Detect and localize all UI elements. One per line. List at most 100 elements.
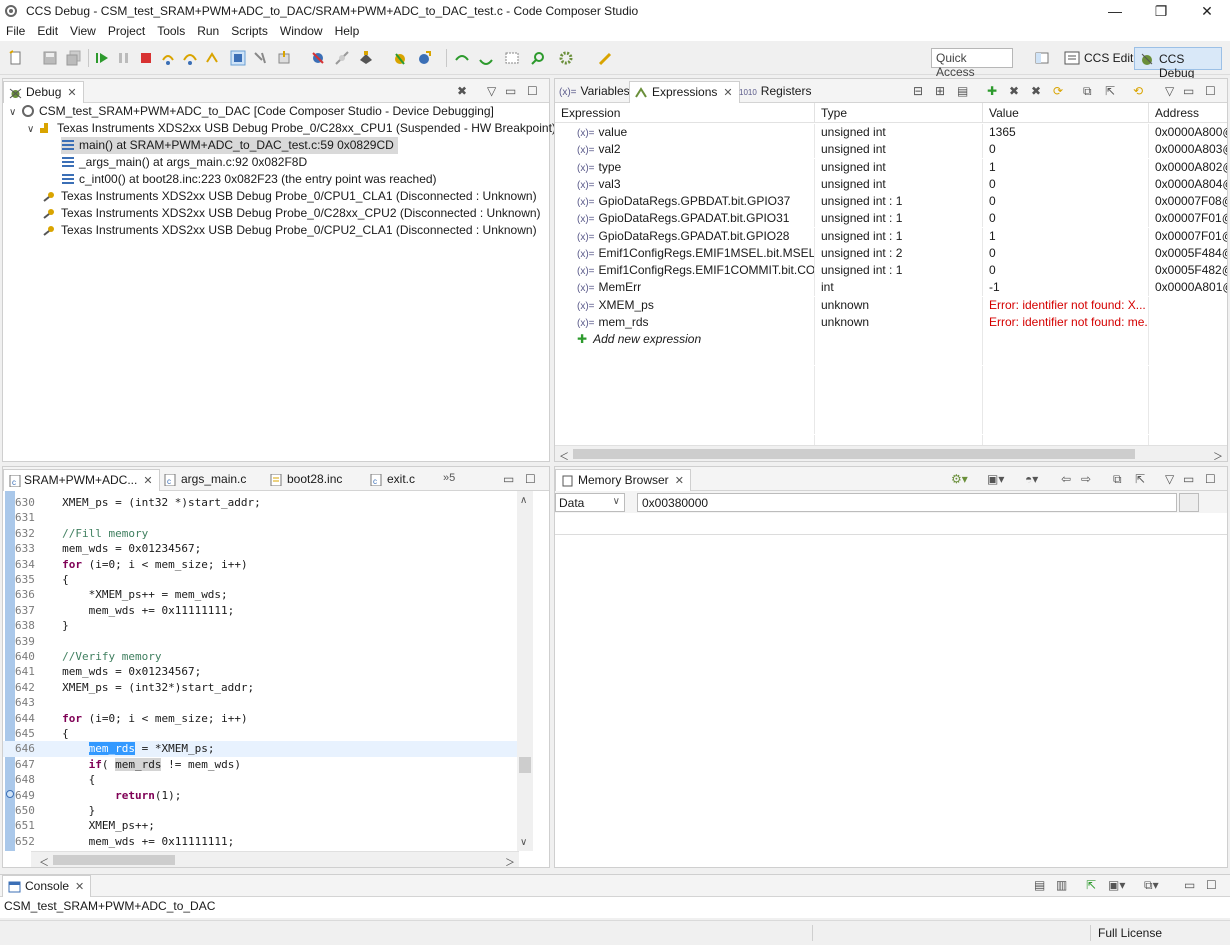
maximize-view-icon[interactable]: ☐: [525, 472, 536, 486]
connect-target-icon[interactable]: [334, 50, 350, 66]
code-line[interactable]: 634 for (i=0; i < mem_size; i++): [3, 557, 517, 572]
menu-file[interactable]: File: [0, 22, 31, 38]
remove-terminated-icon[interactable]: ✖: [457, 84, 467, 98]
close-tab-icon[interactable]: ✕: [67, 87, 76, 99]
col-address[interactable]: Address: [1149, 103, 1227, 123]
expression-row[interactable]: (x)= Emif1ConfigRegs.EMIF1COMMIT.bit.COMI…: [555, 262, 1227, 279]
prev-annotation-icon[interactable]: [478, 50, 494, 66]
collapse-arrow-icon[interactable]: ∨: [9, 105, 21, 121]
expression-row[interactable]: (x)=val2unsigned int00x0000A803@D: [555, 141, 1227, 159]
expression-row[interactable]: (x)=typeunsigned int10x0000A802@D: [555, 158, 1227, 176]
code-line[interactable]: 641 mem_wds = 0x01234567;: [3, 664, 517, 679]
scroll-left-icon[interactable]: ＜: [39, 854, 49, 869]
quick-access-input[interactable]: Quick Access: [931, 48, 1013, 79]
expr-value[interactable]: 1: [983, 227, 1149, 245]
code-line[interactable]: 646 mem_rds = *XMEM_ps;: [3, 741, 517, 757]
expression-row[interactable]: (x)= GpioDataRegs.GPADAT.bit.GPIO28 unsign…: [555, 227, 1227, 245]
scroll-right-icon[interactable]: ＞: [1213, 448, 1223, 463]
editor-hscrollbar[interactable]: ＜ ＞: [31, 851, 519, 869]
tab-sram-file[interactable]: c SRAM+PWM+ADC... ✕: [3, 469, 160, 491]
code-line[interactable]: 636 *XMEM_ps++ = mem_wds;: [3, 587, 517, 602]
menu-edit[interactable]: Edit: [31, 22, 64, 38]
code-line[interactable]: 644 for (i=0; i < mem_size; i++): [3, 711, 517, 726]
add-expression-row[interactable]: ✚ Add new expression: [555, 331, 1227, 348]
minimize-view-icon[interactable]: ▭: [1184, 878, 1195, 892]
close-tab-icon[interactable]: ✕: [723, 87, 732, 99]
step-over-icon[interactable]: [182, 50, 198, 66]
code-line[interactable]: 639: [3, 634, 517, 649]
col-expression[interactable]: Expression: [555, 103, 815, 123]
next-annotation-icon[interactable]: [454, 50, 470, 66]
expression-row[interactable]: (x)=valueunsigned int13650x0000A800@D: [555, 124, 1227, 141]
minimize-view-icon[interactable]: ▭: [1183, 84, 1194, 98]
run-icon[interactable]: [416, 50, 432, 66]
code-line[interactable]: 632 //Fill memory: [3, 526, 517, 541]
expr-value[interactable]: 0: [983, 175, 1149, 193]
search-icon[interactable]: [530, 50, 546, 66]
suspend-icon[interactable]: [116, 50, 132, 66]
col-value[interactable]: Value: [983, 103, 1149, 123]
code-line[interactable]: 652 mem_wds += 0x11111111;: [3, 834, 517, 849]
minimize-view-icon[interactable]: ▭: [505, 84, 516, 98]
menu-help[interactable]: Help: [329, 22, 366, 38]
save-all-icon[interactable]: [66, 50, 82, 66]
expr-value[interactable]: 1365: [983, 124, 1149, 141]
expressions-hscrollbar[interactable]: ＜ ＞: [555, 445, 1227, 463]
code-line[interactable]: 651 XMEM_ps++;: [3, 818, 517, 833]
code-line[interactable]: 640 //Verify memory: [3, 649, 517, 664]
terminate-icon[interactable]: [138, 50, 154, 66]
close-window-button[interactable]: ✕: [1184, 0, 1230, 22]
code-line[interactable]: 649 return(1);: [3, 788, 517, 803]
code-line[interactable]: 645 {: [3, 726, 517, 741]
code-line[interactable]: 650 }: [3, 803, 517, 818]
display-console-icon[interactable]: ▣▾: [1108, 878, 1125, 892]
expr-value[interactable]: Error: identifier not found: me...: [983, 313, 1149, 331]
clear-console-icon[interactable]: ▤: [1034, 878, 1045, 892]
close-tab-icon[interactable]: ✕: [75, 881, 84, 893]
tab-debug[interactable]: Debug ✕: [3, 81, 84, 103]
collapse-arrow-icon[interactable]: ∨: [27, 122, 39, 138]
code-line[interactable]: 630 XMEM_ps = (int32 *)start_addr;: [3, 495, 517, 510]
tab-memory-browser[interactable]: Memory Browser ✕: [555, 469, 691, 491]
refresh-icon[interactable]: ⟳: [1053, 84, 1063, 98]
memory-back-icon[interactable]: ⇦: [1061, 472, 1071, 486]
expression-row[interactable]: (x)= GpioDataRegs.GPBDAT.bit.GPIO37 unsign…: [555, 193, 1227, 210]
new-file-icon[interactable]: [8, 50, 24, 66]
pin-view-icon[interactable]: ⇱: [1135, 472, 1145, 486]
close-tab-icon[interactable]: ✕: [675, 475, 684, 487]
step-into-icon[interactable]: [160, 50, 176, 66]
menu-tools[interactable]: Tools: [151, 22, 191, 38]
code-line[interactable]: 648 {: [3, 772, 517, 787]
scroll-thumb[interactable]: [573, 449, 1135, 459]
debug-icon[interactable]: [392, 50, 408, 66]
menu-window[interactable]: Window: [274, 22, 329, 38]
view-menu-icon[interactable]: ▽: [1165, 472, 1174, 486]
more-tabs-icon[interactable]: »5: [443, 472, 455, 484]
tree-row-frame-args[interactable]: _args_main() at args_main.c:92 0x082F8D: [61, 154, 307, 171]
breakpoint-icon[interactable]: [6, 790, 14, 798]
pencil-icon[interactable]: [598, 50, 614, 66]
expression-row[interactable]: (x)=MemErrint-10x0000A801@D: [555, 279, 1227, 297]
memory-go-button[interactable]: [1179, 493, 1199, 512]
expr-value[interactable]: 0: [983, 193, 1149, 210]
resume-icon[interactable]: [94, 50, 110, 66]
scroll-thumb[interactable]: [53, 855, 175, 865]
reset-cpu-icon[interactable]: [252, 50, 268, 66]
restart-icon[interactable]: [276, 50, 292, 66]
maximize-view-icon[interactable]: ☐: [1205, 84, 1216, 98]
remove-breakpoints-icon[interactable]: [310, 50, 326, 66]
continuous-refresh-icon[interactable]: ⟲: [1133, 84, 1143, 98]
code-line[interactable]: 633 mem_wds = 0x01234567;: [3, 541, 517, 556]
minimize-view-icon[interactable]: ▭: [1183, 472, 1194, 486]
tree-row-cpu2-cla1[interactable]: Texas Instruments XDS2xx USB Debug Probe…: [43, 222, 537, 239]
expr-value[interactable]: 0: [983, 262, 1149, 279]
expr-value[interactable]: 0: [983, 210, 1149, 228]
open-perspective-icon[interactable]: [1034, 50, 1050, 66]
scroll-left-icon[interactable]: ＜: [559, 448, 569, 463]
show-type-icon[interactable]: ▤: [957, 84, 968, 98]
add-expression-icon[interactable]: ✚: [987, 84, 997, 98]
expr-value[interactable]: 0: [983, 141, 1149, 159]
scroll-lock-icon[interactable]: ▥: [1056, 878, 1067, 892]
tree-row-launch[interactable]: ∨ CSM_test_SRAM+PWM+ADC_to_DAC [Code Comp…: [9, 103, 494, 120]
code-line[interactable]: 642 XMEM_ps = (int32*)start_addr;: [3, 680, 517, 695]
